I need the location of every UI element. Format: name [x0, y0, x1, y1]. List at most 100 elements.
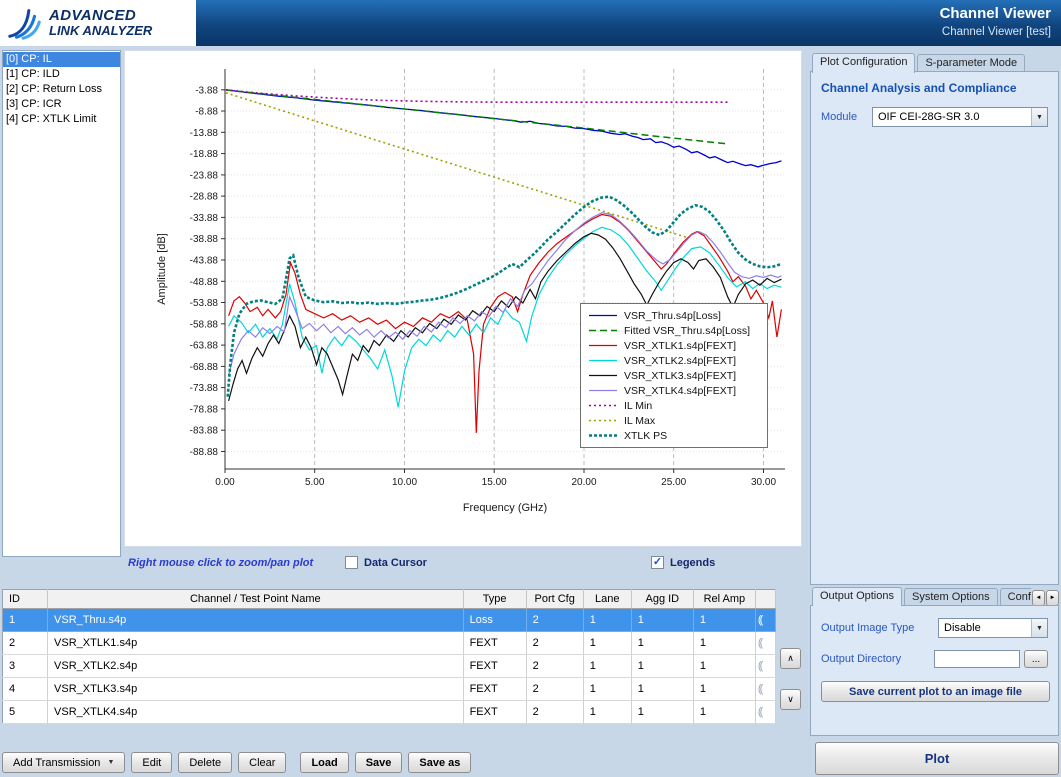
- table-row-1[interactable]: 1VSR_Thru.s4pLoss2111((: [3, 609, 776, 632]
- col-header-lane[interactable]: Lane: [583, 590, 631, 609]
- plot-button[interactable]: Plot: [815, 742, 1059, 775]
- chevron-down-icon[interactable]: ▼: [1031, 619, 1047, 637]
- plot-configuration-panel: Channel Analysis and Compliance Module O…: [810, 71, 1059, 585]
- output-directory-input[interactable]: [934, 650, 1020, 668]
- module-label: Module: [821, 111, 857, 123]
- legend-item-xtlk-ps: XTLK PS: [581, 428, 767, 443]
- plot-panel[interactable]: -3.88-8.88-13.88-18.88-23.88-28.88-33.88…: [124, 50, 802, 547]
- zoom-pan-hint: Right mouse click to zoom/pan plot: [128, 557, 313, 569]
- add-transmission-button[interactable]: Add Transmission▼: [2, 752, 125, 773]
- legend-item-vsr-xtlk1-s4p-fext: VSR_XTLK1.s4p[FEXT]: [581, 338, 767, 353]
- data-cursor-checkbox-box[interactable]: [345, 556, 358, 569]
- col-header-port-cfg[interactable]: Port Cfg: [526, 590, 583, 609]
- save-as-button[interactable]: Save as: [408, 752, 471, 773]
- module-field-row: Module OIF CEI-28G-SR 3.0 ▼: [821, 107, 1048, 127]
- tab-plot-configuration[interactable]: Plot Configuration: [812, 53, 915, 73]
- y-axis-label: Amplitude [dB]: [156, 233, 168, 305]
- load-button[interactable]: Load: [300, 752, 348, 773]
- svg-text:-73.88: -73.88: [190, 383, 219, 394]
- col-header-agg-id[interactable]: Agg ID: [631, 590, 693, 609]
- title-bar: ADVANCED LINK ANALYZER Channel Viewer Ch…: [0, 0, 1061, 46]
- legend-item-il-max: IL Max: [581, 413, 767, 428]
- svg-text:0.00: 0.00: [215, 477, 235, 488]
- add-transmission-button-label: Add Transmission: [13, 757, 100, 769]
- browse-button[interactable]: ...: [1024, 650, 1048, 668]
- move-row-down-button[interactable]: ∨: [780, 689, 801, 710]
- checkpoint-item-2[interactable]: [2] CP: Return Loss: [3, 82, 120, 97]
- svg-text:5.00: 5.00: [305, 477, 325, 488]
- svg-text:-63.88: -63.88: [190, 341, 219, 352]
- svg-text:-68.88: -68.88: [190, 362, 219, 373]
- tab-output-options[interactable]: Output Options: [812, 587, 902, 606]
- tab-scroll-buttons: ◄ ►: [1032, 590, 1059, 606]
- legend-line-sample: [588, 310, 618, 321]
- col-header-channel-test-point-name[interactable]: Channel / Test Point Name: [48, 590, 464, 609]
- svg-text:-18.88: -18.88: [190, 149, 219, 160]
- checkpoint-item-0[interactable]: [0] CP: IL: [3, 52, 120, 67]
- svg-text:-23.88: -23.88: [190, 170, 219, 181]
- save-as-button-label: Save as: [419, 757, 460, 769]
- table-row-4[interactable]: 4VSR_XTLK3.s4pFEXT2111((: [3, 678, 776, 701]
- checkpoint-item-3[interactable]: [3] CP: ICR: [3, 97, 120, 112]
- svg-text:-13.88: -13.88: [190, 128, 219, 139]
- legend-line-sample: [588, 415, 618, 426]
- legend-line-sample: [588, 325, 618, 336]
- clear-button[interactable]: Clear: [238, 752, 286, 773]
- svg-text:20.00: 20.00: [571, 477, 596, 488]
- amplitude-frequency-chart: -3.88-8.88-13.88-18.88-23.88-28.88-33.88…: [125, 51, 803, 548]
- output-image-type-value: Disable: [939, 622, 1031, 634]
- right-panel-tabs: Plot ConfigurationS-parameter Mode: [812, 52, 1025, 72]
- logo-swoosh-icon: [6, 5, 44, 41]
- legend-line-sample: [588, 340, 618, 351]
- tab-scroll-right-button[interactable]: ►: [1046, 590, 1059, 606]
- edit-button[interactable]: Edit: [131, 752, 172, 773]
- legends-checkbox-box[interactable]: ✓: [651, 556, 664, 569]
- tab-system-options[interactable]: System Options: [904, 588, 998, 606]
- table-header-row: IDChannel / Test Point NameTypePort CfgL…: [3, 590, 776, 609]
- checkpoint-item-4[interactable]: [4] CP: XTLK Limit: [3, 112, 120, 127]
- table-row-2[interactable]: 2VSR_XTLK1.s4pFEXT2111((: [3, 632, 776, 655]
- move-row-up-button[interactable]: ∧: [780, 648, 801, 669]
- waveform-icon: ((: [755, 632, 775, 655]
- chart-legend: VSR_Thru.s4p[Loss]Fitted VSR_Thru.s4p[Lo…: [580, 303, 768, 448]
- window-title: Channel Viewer: [940, 5, 1051, 22]
- legends-checkbox[interactable]: ✓ Legends: [651, 556, 715, 569]
- waveform-icon: ((: [755, 701, 775, 724]
- tab-configurat[interactable]: Configurat: [1000, 588, 1031, 606]
- chevron-down-icon[interactable]: ▼: [1031, 108, 1047, 126]
- svg-text:-88.88: -88.88: [190, 447, 219, 458]
- col-header-rel-amp[interactable]: Rel Amp: [693, 590, 755, 609]
- logo-line1: ADVANCED: [49, 8, 152, 24]
- col-header-icon[interactable]: [755, 590, 775, 609]
- waveform-icon: ((: [755, 655, 775, 678]
- tab-s-parameter-mode[interactable]: S-parameter Mode: [917, 54, 1025, 72]
- delete-button-label: Delete: [189, 757, 221, 769]
- output-image-type-label: Output Image Type: [821, 622, 914, 634]
- data-cursor-checkbox[interactable]: Data Cursor: [345, 556, 427, 569]
- svg-text:-83.88: -83.88: [190, 426, 219, 437]
- col-header-id[interactable]: ID: [3, 590, 48, 609]
- output-image-type-row: Output Image Type Disable ▼: [821, 618, 1048, 638]
- legend-item-fitted-vsr-thru-s4p-loss: Fitted VSR_Thru.s4p[Loss]: [581, 323, 767, 338]
- logo-line2: LINK ANALYZER: [49, 24, 152, 38]
- output-directory-label: Output Directory: [821, 653, 901, 665]
- edit-button-label: Edit: [142, 757, 161, 769]
- legend-item-vsr-xtlk3-s4p-fext: VSR_XTLK3.s4p[FEXT]: [581, 368, 767, 383]
- checkpoint-item-1[interactable]: [1] CP: ILD: [3, 67, 120, 82]
- tab-scroll-left-button[interactable]: ◄: [1032, 590, 1045, 606]
- svg-text:-58.88: -58.88: [190, 319, 219, 330]
- series-vsr-thru-s4p-loss: [226, 90, 782, 167]
- table-row-5[interactable]: 5VSR_XTLK4.s4pFEXT2111((: [3, 701, 776, 724]
- save-button[interactable]: Save: [355, 752, 403, 773]
- svg-text:30.00: 30.00: [751, 477, 776, 488]
- delete-button[interactable]: Delete: [178, 752, 232, 773]
- legend-item-vsr-xtlk4-s4p-fext: VSR_XTLK4.s4p[FEXT]: [581, 383, 767, 398]
- x-axis-label: Frequency (GHz): [463, 502, 547, 514]
- waveform-icon: ((: [755, 609, 775, 632]
- save-plot-image-button[interactable]: Save current plot to an image file: [821, 681, 1050, 702]
- output-image-type-dropdown[interactable]: Disable ▼: [938, 618, 1048, 638]
- table-row-3[interactable]: 3VSR_XTLK2.s4pFEXT2111((: [3, 655, 776, 678]
- col-header-type[interactable]: Type: [463, 590, 526, 609]
- svg-text:-48.88: -48.88: [190, 277, 219, 288]
- module-dropdown[interactable]: OIF CEI-28G-SR 3.0 ▼: [872, 107, 1048, 127]
